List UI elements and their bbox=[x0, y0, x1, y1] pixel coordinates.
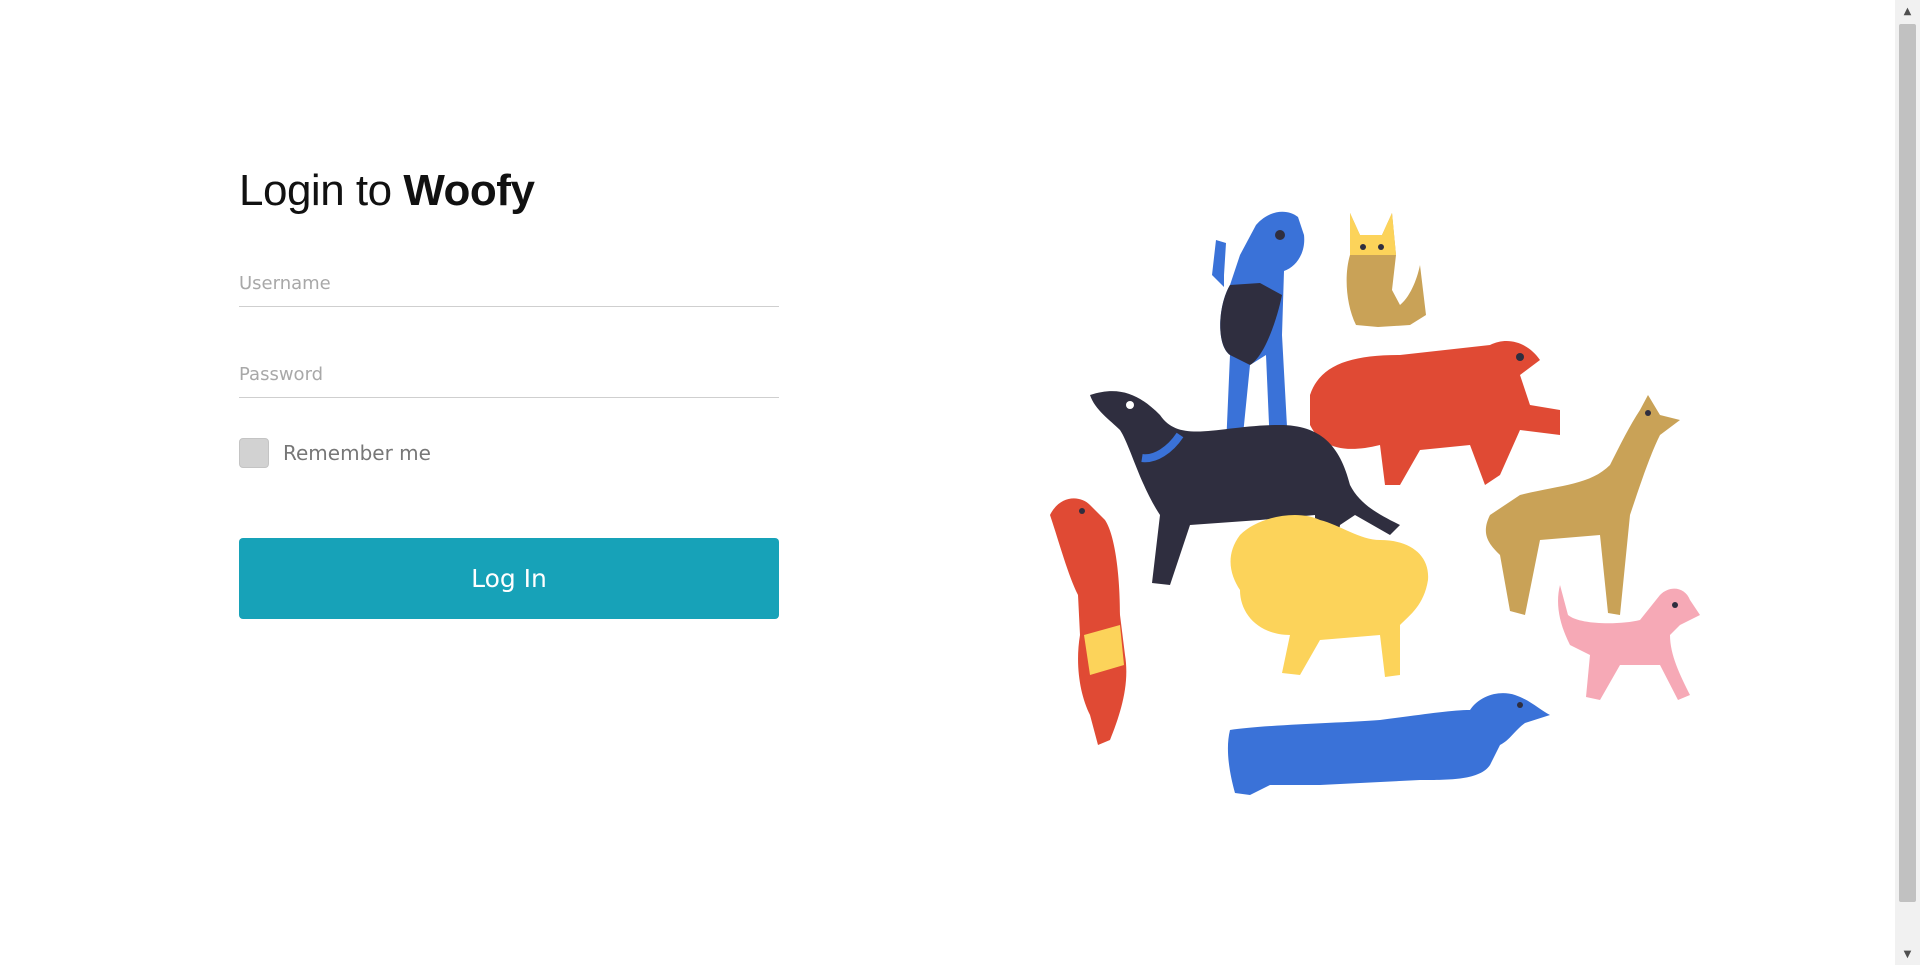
blue-standing-dog bbox=[1212, 211, 1305, 447]
scroll-thumb[interactable] bbox=[1899, 24, 1916, 902]
tan-small-dog bbox=[1346, 213, 1426, 327]
yellow-poodle-dog bbox=[1230, 515, 1429, 677]
vertical-scrollbar[interactable]: ▲ ▼ bbox=[1895, 0, 1920, 965]
red-jumping-dog bbox=[1050, 498, 1127, 745]
remember-me-label[interactable]: Remember me bbox=[283, 441, 431, 465]
password-input[interactable] bbox=[239, 364, 779, 385]
scroll-down-icon[interactable]: ▼ bbox=[1895, 943, 1920, 965]
blue-dachshund-dog bbox=[1227, 693, 1550, 795]
title-prefix: Login to bbox=[239, 166, 404, 215]
login-page: Login to Woofy Remember me Log In bbox=[0, 0, 1920, 965]
remember-me-row: Remember me bbox=[239, 438, 779, 468]
login-button[interactable]: Log In bbox=[239, 538, 779, 619]
red-spaniel-dog bbox=[1310, 340, 1560, 485]
scroll-up-icon[interactable]: ▲ bbox=[1895, 0, 1920, 22]
pink-dog bbox=[1558, 585, 1700, 700]
dogs-illustration bbox=[1050, 211, 1700, 795]
brand-name: Woofy bbox=[403, 166, 535, 215]
page-title: Login to Woofy bbox=[239, 160, 779, 222]
username-field-container bbox=[239, 246, 779, 307]
login-form: Login to Woofy Remember me Log In bbox=[239, 160, 779, 619]
remember-me-checkbox[interactable] bbox=[239, 438, 269, 468]
password-field-container bbox=[239, 337, 779, 398]
username-input[interactable] bbox=[239, 273, 779, 294]
